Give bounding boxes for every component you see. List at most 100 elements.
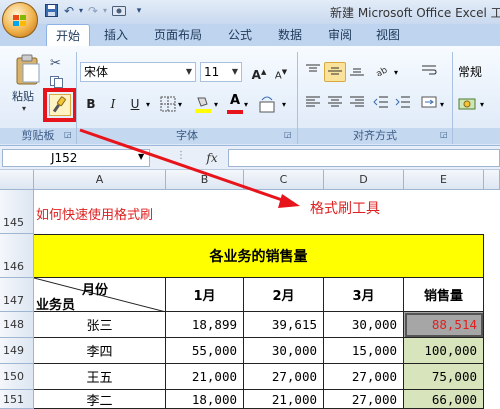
name-box[interactable]: J152 [2, 149, 150, 167]
align-top-button[interactable] [302, 62, 324, 82]
alignment-launcher-icon[interactable]: ◲ [440, 130, 448, 139]
sales-cell[interactable]: 55,000 [166, 338, 244, 364]
sales-cell[interactable]: 21,000 [166, 364, 244, 390]
salesperson-cell[interactable]: 张三 [34, 312, 166, 338]
currency-dropdown-icon[interactable]: ▾ [480, 100, 484, 109]
sales-cell[interactable]: 27,000 [324, 390, 404, 409]
clipboard-launcher-icon[interactable]: ◲ [64, 130, 72, 139]
salesperson-cell[interactable]: 李四 [34, 338, 166, 364]
font-size-combo[interactable]: 11 ▼ [200, 62, 242, 82]
borders-dropdown-icon[interactable]: ▾ [178, 100, 182, 109]
font-name-combo[interactable]: 宋体 ▼ [80, 62, 196, 82]
row-header-150[interactable]: 150 [0, 364, 34, 390]
currency-format-icon[interactable] [458, 94, 478, 114]
salesperson-cell[interactable]: 李二 [34, 390, 166, 409]
select-all-corner[interactable] [0, 170, 34, 190]
row-header-146[interactable]: 146 [0, 234, 34, 278]
chevron-down-icon[interactable]: ▼ [183, 63, 195, 81]
borders-icon[interactable] [160, 96, 176, 112]
total-sales-cell[interactable]: 75,000 [404, 364, 484, 390]
insert-function-button[interactable]: fx [200, 149, 224, 167]
grow-font-button[interactable]: A▲ [248, 62, 270, 82]
total-sales-header[interactable]: 销售量 [404, 278, 484, 312]
tab-formulas[interactable]: 公式 [222, 24, 258, 46]
decrease-indent-button[interactable] [370, 94, 392, 114]
underline-dropdown-icon[interactable]: ▾ [146, 100, 150, 109]
italic-button[interactable]: I [102, 94, 124, 114]
redo-dropdown-icon[interactable]: ▾ [98, 4, 112, 18]
font-color-icon[interactable]: A [226, 94, 244, 114]
align-middle-button[interactable] [324, 62, 346, 82]
align-bottom-button[interactable] [346, 62, 368, 82]
align-left-button[interactable] [302, 94, 324, 114]
row-header-145[interactable]: 145 [0, 190, 34, 234]
column-header-f[interactable] [484, 170, 500, 190]
number-format-combo[interactable]: 常规 [458, 62, 500, 82]
customize-qat-icon[interactable]: ▾ [132, 4, 146, 18]
tab-insert[interactable]: 插入 [98, 24, 134, 46]
row-header-151[interactable]: 151 [0, 390, 34, 409]
column-header-a[interactable]: A [34, 170, 166, 190]
sales-cell[interactable]: 27,000 [244, 364, 324, 390]
column-header-c[interactable]: C [244, 170, 324, 190]
wrap-text-button[interactable] [418, 62, 440, 82]
font-color-dropdown-icon[interactable]: ▾ [244, 100, 248, 109]
orientation-dropdown-icon[interactable]: ▾ [394, 68, 398, 77]
tab-data[interactable]: 数据 [272, 24, 308, 46]
office-button[interactable] [2, 2, 38, 38]
tab-page-layout[interactable]: 页面布局 [148, 24, 208, 46]
camera-icon[interactable] [112, 4, 126, 18]
total-sales-cell[interactable]: 100,000 [404, 338, 484, 364]
align-right-button[interactable] [346, 94, 368, 114]
fill-color-icon[interactable] [194, 94, 212, 114]
tab-review[interactable]: 审阅 [322, 24, 358, 46]
tab-home[interactable]: 开始 [46, 24, 90, 46]
paste-dropdown-icon[interactable]: ▾ [22, 104, 26, 113]
total-sales-cell[interactable]: 66,000 [404, 390, 484, 409]
phonetic-guide-icon[interactable] [258, 94, 280, 114]
cut-icon[interactable]: ✂ [50, 56, 61, 71]
month-header-3[interactable]: 3月 [324, 278, 404, 312]
phonetic-dropdown-icon[interactable]: ▾ [282, 100, 286, 109]
row-header-148[interactable]: 148 [0, 312, 34, 338]
alignment-group-label: 对齐方式 [298, 128, 452, 144]
row-header-147[interactable]: 147 [0, 278, 34, 312]
paste-button-label[interactable]: 粘贴 [12, 88, 34, 104]
formula-input[interactable] [228, 149, 500, 167]
bold-button[interactable]: B [80, 94, 102, 114]
column-header-d[interactable]: D [324, 170, 404, 190]
font-launcher-icon[interactable]: ◲ [284, 130, 292, 139]
shrink-font-button[interactable]: A▼ [270, 62, 292, 82]
align-center-button[interactable] [324, 94, 346, 114]
chevron-down-icon[interactable]: ▼ [229, 63, 241, 81]
sales-cell[interactable]: 15,000 [324, 338, 404, 364]
name-box-dropdown-icon[interactable]: ▼ [138, 152, 144, 161]
column-header-e[interactable]: E [404, 170, 484, 190]
diagonal-header-cell[interactable]: 月份 业务员 [34, 278, 166, 313]
format-painter-button[interactable] [49, 94, 71, 116]
copy-icon[interactable] [50, 76, 64, 88]
month-header-1[interactable]: 1月 [166, 278, 244, 312]
sales-cell[interactable]: 30,000 [324, 312, 404, 338]
orientation-button[interactable]: ab [372, 62, 394, 82]
merge-dropdown-icon[interactable]: ▾ [440, 100, 444, 109]
fill-color-dropdown-icon[interactable]: ▾ [214, 100, 218, 109]
underline-button[interactable]: U [124, 94, 146, 114]
sales-cell[interactable]: 18,000 [166, 390, 244, 409]
save-icon[interactable] [44, 4, 58, 18]
increase-indent-button[interactable] [392, 94, 414, 114]
column-header-b[interactable]: B [166, 170, 244, 190]
sales-cell[interactable]: 21,000 [244, 390, 324, 409]
sales-cell[interactable]: 18,899 [166, 312, 244, 338]
tab-view[interactable]: 视图 [370, 24, 406, 46]
sales-cell[interactable]: 27,000 [324, 364, 404, 390]
row-header-149[interactable]: 149 [0, 338, 34, 364]
sales-cell[interactable]: 30,000 [244, 338, 324, 364]
merge-center-button[interactable] [418, 94, 440, 114]
salesperson-cell[interactable]: 王五 [34, 364, 166, 390]
month-header-2[interactable]: 2月 [244, 278, 324, 312]
total-sales-cell-selected[interactable]: 88,514 [404, 312, 484, 338]
sales-table-title[interactable]: 各业务的销售量 [34, 234, 484, 278]
sales-cell[interactable]: 39,615 [244, 312, 324, 338]
paste-icon[interactable] [14, 52, 42, 86]
